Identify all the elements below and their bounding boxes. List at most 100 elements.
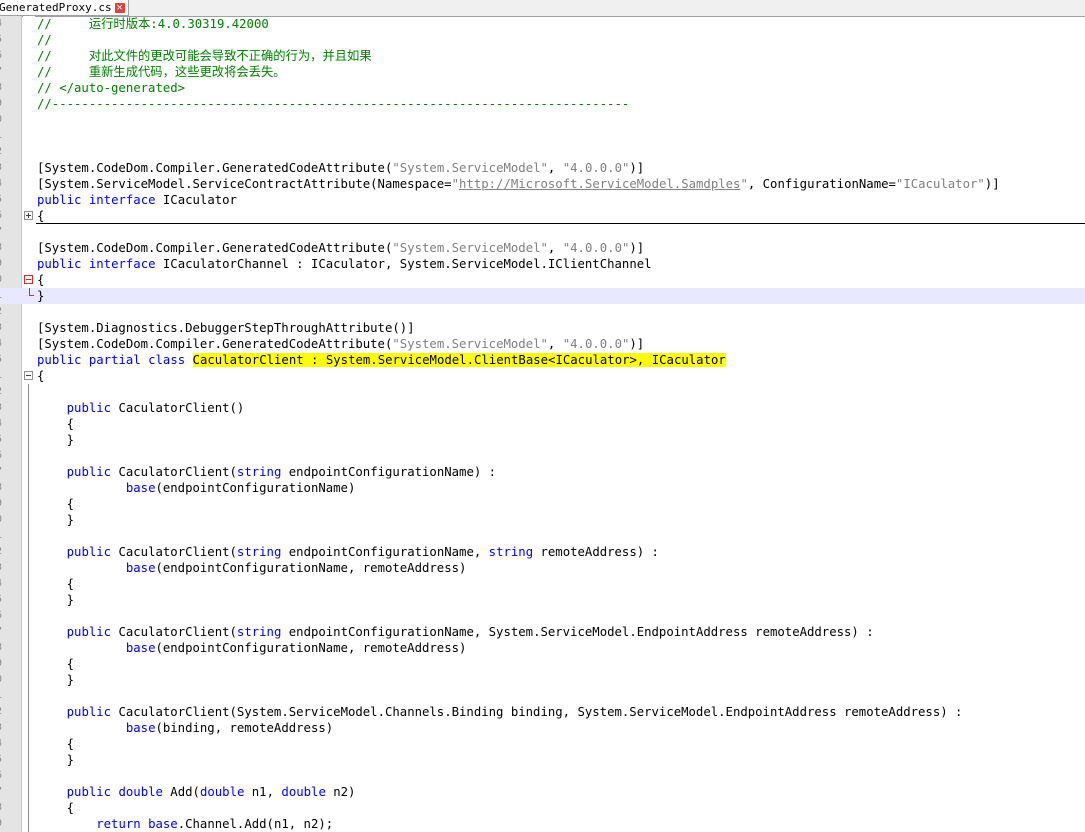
fold-collapse-icon[interactable] — [24, 275, 33, 284]
code-line[interactable]: 4 [System.CodeDom.Compiler.GeneratedCodeA… — [0, 336, 1085, 352]
line-number: 8 — [0, 80, 22, 96]
code-line[interactable]: 9 //-------------------------------------… — [0, 96, 1085, 112]
fold-guide-line — [28, 608, 29, 624]
line-number: 9 — [0, 256, 22, 272]
code-line[interactable]: 2 — [0, 144, 1085, 160]
line-number: 4 — [0, 736, 22, 752]
code-line[interactable]: 7 public CaculatorClient(string endpoint… — [0, 464, 1085, 480]
code-line[interactable]: 4 [System.ServiceModel.ServiceContractAtt… — [0, 176, 1085, 192]
code-line[interactable]: 8 // </auto-generated> — [0, 80, 1085, 96]
code-line[interactable]: 6 — [0, 768, 1085, 784]
code-line[interactable]: 4 // 运行时版本:4.0.30319.42000 — [0, 16, 1085, 32]
fold-guide-line — [28, 464, 29, 480]
code-line[interactable]: 1 — [0, 688, 1085, 704]
code-text: [System.ServiceModel.ServiceContractAttr… — [37, 177, 1000, 191]
code-line[interactable]: 1} — [0, 288, 1085, 304]
fold-end-marker — [29, 288, 34, 296]
code-line[interactable]: 0 } — [0, 672, 1085, 688]
code-text: // 对此文件的更改可能会导致不正确的行为，并且如果 — [37, 49, 372, 63]
code-text: } — [37, 433, 75, 447]
line-number: 2 — [0, 144, 22, 160]
code-line[interactable]: 8 base(endpointConfigurationName, remote… — [0, 640, 1085, 656]
code-line[interactable]: 7 public double Add(double n1, double n2… — [0, 784, 1085, 800]
line-number: 2 — [0, 704, 22, 720]
code-line[interactable]: 6 — [0, 608, 1085, 624]
code-line[interactable]: 3 base(binding, remoteAddress) — [0, 720, 1085, 736]
code-line[interactable]: 8 [System.CodeDom.Compiler.GeneratedCodeA… — [0, 240, 1085, 256]
close-icon[interactable]: × — [114, 2, 125, 13]
line-number: 3 — [0, 720, 22, 736]
code-line[interactable]: 5 public interface ICaculator — [0, 192, 1085, 208]
code-line[interactable]: 2 public CaculatorClient(System.ServiceM… — [0, 704, 1085, 720]
code-text: } — [37, 289, 45, 303]
line-number: 5 — [0, 752, 22, 768]
code-text: public CaculatorClient(System.ServiceMod… — [66, 705, 963, 719]
code-text: { — [37, 737, 75, 751]
code-line[interactable]: 5 public partial class CaculatorClient : … — [0, 352, 1085, 368]
fold-guide-line — [28, 800, 29, 816]
fold-guide-line — [28, 656, 29, 672]
code-line[interactable]: 4 { — [0, 736, 1085, 752]
code-line[interactable]: 1 — [0, 528, 1085, 544]
code-line[interactable]: 5 } — [0, 752, 1085, 768]
code-line[interactable]: 8 { — [0, 800, 1085, 816]
fold-guide-line — [28, 448, 29, 464]
code-text: return base.Channel.Add(n1, n2); — [96, 817, 334, 831]
code-line[interactable]: 6 — [0, 448, 1085, 464]
code-line[interactable]: 9 { — [0, 496, 1085, 512]
code-line[interactable]: 6{ — [0, 208, 1085, 224]
fold-collapse-icon[interactable] — [24, 371, 33, 380]
code-line[interactable]: 3 [System.Diagnostics.DebuggerStepThrough… — [0, 320, 1085, 336]
line-number: 7 — [0, 464, 22, 480]
line-number: 0 — [0, 272, 22, 288]
code-text: public CaculatorClient(string endpointCo… — [66, 465, 497, 479]
line-number: 1 — [0, 128, 22, 144]
line-number: 5 — [0, 592, 22, 608]
line-number: 0 — [0, 672, 22, 688]
code-line[interactable]: 9 { — [0, 656, 1085, 672]
code-line[interactable]: 7 public CaculatorClient(string endpoint… — [0, 624, 1085, 640]
code-text: [System.CodeDom.Compiler.GeneratedCodeAt… — [37, 337, 645, 351]
code-text: public partial class CaculatorClient : S… — [37, 353, 726, 367]
code-line[interactable]: 9 public interface ICaculatorChannel : IC… — [0, 256, 1085, 272]
line-number: 2 — [0, 384, 22, 400]
code-text: // — [37, 33, 52, 47]
line-number: 3 — [0, 160, 22, 176]
code-line[interactable]: 2 — [0, 384, 1085, 400]
code-line[interactable]: 4 { — [0, 416, 1085, 432]
line-number: 2 — [0, 544, 22, 560]
code-line[interactable]: 0{ — [0, 272, 1085, 288]
line-number: 3 — [0, 320, 22, 336]
line-number: 4 — [0, 176, 22, 192]
line-number: 8 — [0, 240, 22, 256]
code-line[interactable]: 3 public CaculatorClient() — [0, 400, 1085, 416]
code-line[interactable]: 7 // 重新生成代码，这些更改将会丢失。 — [0, 64, 1085, 80]
code-line[interactable]: 1{ — [0, 368, 1085, 384]
fold-expand-icon[interactable] — [24, 211, 33, 220]
fold-guide-line — [28, 768, 29, 784]
fold-guide-line — [28, 416, 29, 432]
code-line[interactable]: 7 — [0, 224, 1085, 240]
line-number: 7 — [0, 64, 22, 80]
code-line[interactable]: 3 base(endpointConfigurationName, remote… — [0, 560, 1085, 576]
code-line[interactable]: 5 } — [0, 592, 1085, 608]
code-line[interactable]: 8 base(endpointConfigurationName) — [0, 480, 1085, 496]
code-line[interactable]: 3 [System.CodeDom.Compiler.GeneratedCodeA… — [0, 160, 1085, 176]
code-line[interactable]: 0 } — [0, 512, 1085, 528]
code-line[interactable]: 2 public CaculatorClient(string endpoint… — [0, 544, 1085, 560]
code-editor[interactable]: 4 // 运行时版本:4.0.30319.42000 5 // 6 // 对此文件的更改可… — [0, 16, 1085, 832]
code-line[interactable]: 9 return base.Channel.Add(n1, n2); — [0, 816, 1085, 832]
line-number: 5 — [0, 352, 22, 368]
tab-generatedproxy[interactable]: GeneratedProxy.cs × — [0, 0, 129, 16]
code-line[interactable]: 2 — [0, 304, 1085, 320]
code-line[interactable]: 5 } — [0, 432, 1085, 448]
fold-guide-line — [28, 640, 29, 656]
code-line[interactable]: 6 // 对此文件的更改可能会导致不正确的行为，并且如果 — [0, 48, 1085, 64]
line-number: 4 — [0, 336, 22, 352]
code-text: public interface ICaculatorChannel : ICa… — [37, 257, 652, 271]
code-line[interactable]: 4 { — [0, 576, 1085, 592]
code-text: } — [37, 673, 75, 687]
code-line[interactable]: 1 — [0, 128, 1085, 144]
code-line[interactable]: 5 // — [0, 32, 1085, 48]
code-line[interactable]: 0 — [0, 112, 1085, 128]
